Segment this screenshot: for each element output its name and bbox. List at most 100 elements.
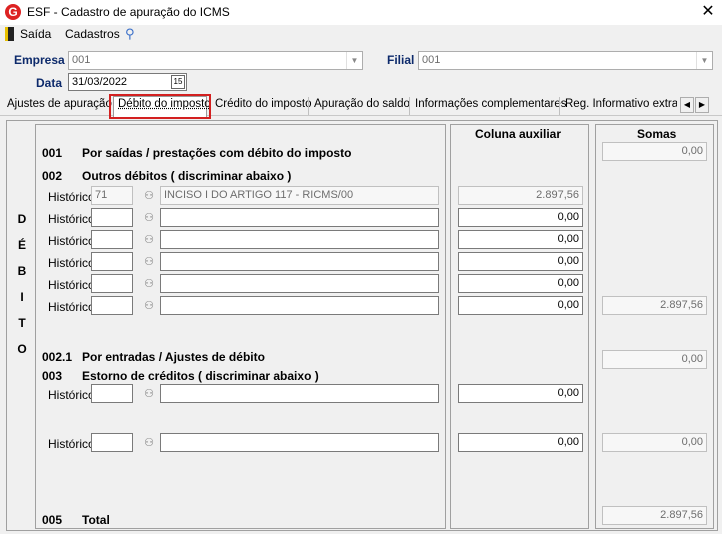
historico-aux-value: 0,00 xyxy=(557,277,579,289)
historico-code-input[interactable]: 71 xyxy=(91,186,133,205)
row-001-code: 001 xyxy=(42,146,63,160)
historico-aux-value: 0,00 xyxy=(557,233,579,245)
binoculars-icon[interactable]: ⚇ xyxy=(142,299,156,312)
row-001-soma-value: 0,00 xyxy=(681,145,703,157)
historico-aux-input[interactable]: 0,00 xyxy=(458,230,583,249)
chevron-down-icon[interactable]: ▼ xyxy=(696,52,712,69)
binoculars-icon[interactable]: ⚇ xyxy=(142,255,156,268)
estorno-code-input[interactable] xyxy=(91,433,133,452)
historico-code-input[interactable] xyxy=(91,274,133,293)
historico-desc-input[interactable]: INCISO I DO ARTIGO 117 - RICMS/00 xyxy=(160,186,439,205)
outros-debitos-soma-value: 2.897,56 xyxy=(660,299,703,311)
historico-aux-input[interactable]: 0,00 xyxy=(458,208,583,227)
row-002-text: Outros débitos ( discriminar abaixo ) xyxy=(82,169,292,183)
estorno-desc-input[interactable] xyxy=(160,433,439,452)
tab-scroll-left-icon[interactable]: ◀ xyxy=(680,97,694,113)
total-soma-value: 2.897,56 xyxy=(660,509,703,521)
row-002-code: 002 xyxy=(42,169,63,183)
tab-separator xyxy=(308,97,309,115)
filial-select[interactable]: 001 ▼ xyxy=(418,51,713,70)
historico-aux-input[interactable]: 0,00 xyxy=(458,252,583,271)
filial-value: 001 xyxy=(422,54,441,66)
estorno-aux-value: 0,00 xyxy=(557,387,579,399)
column-somas-header: Somas xyxy=(637,127,677,141)
close-button[interactable]: ✕ xyxy=(696,1,720,23)
filial-label: Filial xyxy=(387,53,415,67)
binoculars-icon[interactable]: ⚇ xyxy=(142,277,156,290)
row-005-text: Total xyxy=(82,513,110,527)
historico-desc-input[interactable] xyxy=(160,296,439,315)
data-input[interactable]: 31/03/2022 15 xyxy=(68,73,187,91)
row-001-text: Por saídas / prestações com débito do im… xyxy=(82,146,352,160)
estorno-aux-input[interactable]: 0,00 xyxy=(458,433,583,452)
binoculars-icon[interactable]: ⚇ xyxy=(142,189,156,202)
empresa-value: 001 xyxy=(72,54,91,66)
calendar-icon[interactable]: 15 xyxy=(171,75,185,89)
menu-saida[interactable]: Saída xyxy=(20,27,51,41)
row-0021-text: Por entradas / Ajustes de débito xyxy=(82,350,265,364)
column-auxiliar-header: Coluna auxiliar xyxy=(475,127,562,141)
historico-aux-input[interactable]: 2.897,56 xyxy=(458,186,583,205)
estorno-code-input[interactable] xyxy=(91,384,133,403)
historico-label: Histórico xyxy=(48,212,95,226)
historico-code-input[interactable] xyxy=(91,230,133,249)
outros-debitos-soma[interactable]: 2.897,56 xyxy=(602,296,707,315)
paperclip-icon[interactable]: ⚲ xyxy=(125,26,135,42)
tab-separator xyxy=(409,97,410,115)
side-label-letter: T xyxy=(18,316,26,330)
historico-code-input[interactable] xyxy=(91,296,133,315)
historico-aux-value: 0,00 xyxy=(557,299,579,311)
row-003-code: 003 xyxy=(42,369,63,383)
binoculars-icon[interactable]: ⚇ xyxy=(142,436,156,449)
side-label-letter: I xyxy=(20,290,24,304)
binoculars-icon[interactable]: ⚇ xyxy=(142,211,156,224)
historico-desc-input[interactable] xyxy=(160,274,439,293)
menu-cadastros[interactable]: Cadastros xyxy=(65,27,120,41)
binoculars-icon[interactable]: ⚇ xyxy=(142,233,156,246)
row-0021-code: 002.1 xyxy=(42,350,73,364)
row-001-soma[interactable]: 0,00 xyxy=(602,142,707,161)
binoculars-icon[interactable]: ⚇ xyxy=(142,387,156,400)
historico-aux-input[interactable]: 0,00 xyxy=(458,296,583,315)
historico-label: Histórico xyxy=(48,437,95,451)
chevron-down-icon[interactable]: ▼ xyxy=(346,52,362,69)
estorno-aux-input[interactable]: 0,00 xyxy=(458,384,583,403)
total-soma[interactable]: 2.897,56 xyxy=(602,506,707,525)
historico-code-value: 71 xyxy=(95,189,108,201)
tab-reg-informativo[interactable]: Reg. Informativo extra apu xyxy=(565,98,677,114)
row-005-code: 005 xyxy=(42,513,63,527)
side-label-letter: B xyxy=(17,264,27,278)
row-0021-soma[interactable]: 0,00 xyxy=(602,350,707,369)
tab-scroll-right-icon[interactable]: ▶ xyxy=(695,97,709,113)
historico-label: Histórico xyxy=(48,234,95,248)
row-0021-soma-value: 0,00 xyxy=(681,353,703,365)
side-label-letter: É xyxy=(17,238,26,252)
historico-desc-input[interactable] xyxy=(160,208,439,227)
tab-ajustes-apuracao[interactable]: Ajustes de apuração xyxy=(7,98,112,110)
auxiliar-panel xyxy=(450,124,589,529)
historico-label: Histórico xyxy=(48,256,95,270)
historico-desc-input[interactable] xyxy=(160,230,439,249)
historico-aux-value: 0,00 xyxy=(557,255,579,267)
empresa-select[interactable]: 001 ▼ xyxy=(68,51,363,70)
historico-label: Histórico xyxy=(48,388,95,402)
estorno-desc-input[interactable] xyxy=(160,384,439,403)
tab-informacoes-complementares[interactable]: Informações complementares xyxy=(415,98,566,110)
app-logo-icon: G xyxy=(5,4,21,20)
estorno-soma[interactable]: 0,00 xyxy=(602,433,707,452)
data-label: Data xyxy=(36,76,63,90)
estorno-aux-value: 0,00 xyxy=(557,436,579,448)
row-003-text: Estorno de créditos ( discriminar abaixo… xyxy=(82,369,319,383)
tab-apuracao-saldo[interactable]: Apuração do saldo xyxy=(314,98,410,110)
historico-code-input[interactable] xyxy=(91,208,133,227)
tab-credito-imposto[interactable]: Crédito do imposto xyxy=(215,98,312,110)
side-label-letter: D xyxy=(17,212,27,226)
exit-door-icon xyxy=(5,27,14,41)
historico-desc-value: INCISO I DO ARTIGO 117 - RICMS/00 xyxy=(164,189,354,201)
historico-desc-input[interactable] xyxy=(160,252,439,271)
somas-panel xyxy=(595,124,714,529)
historico-aux-input[interactable]: 0,00 xyxy=(458,274,583,293)
historico-aux-value: 2.897,56 xyxy=(536,189,579,201)
historico-label: Histórico xyxy=(48,278,95,292)
historico-code-input[interactable] xyxy=(91,252,133,271)
